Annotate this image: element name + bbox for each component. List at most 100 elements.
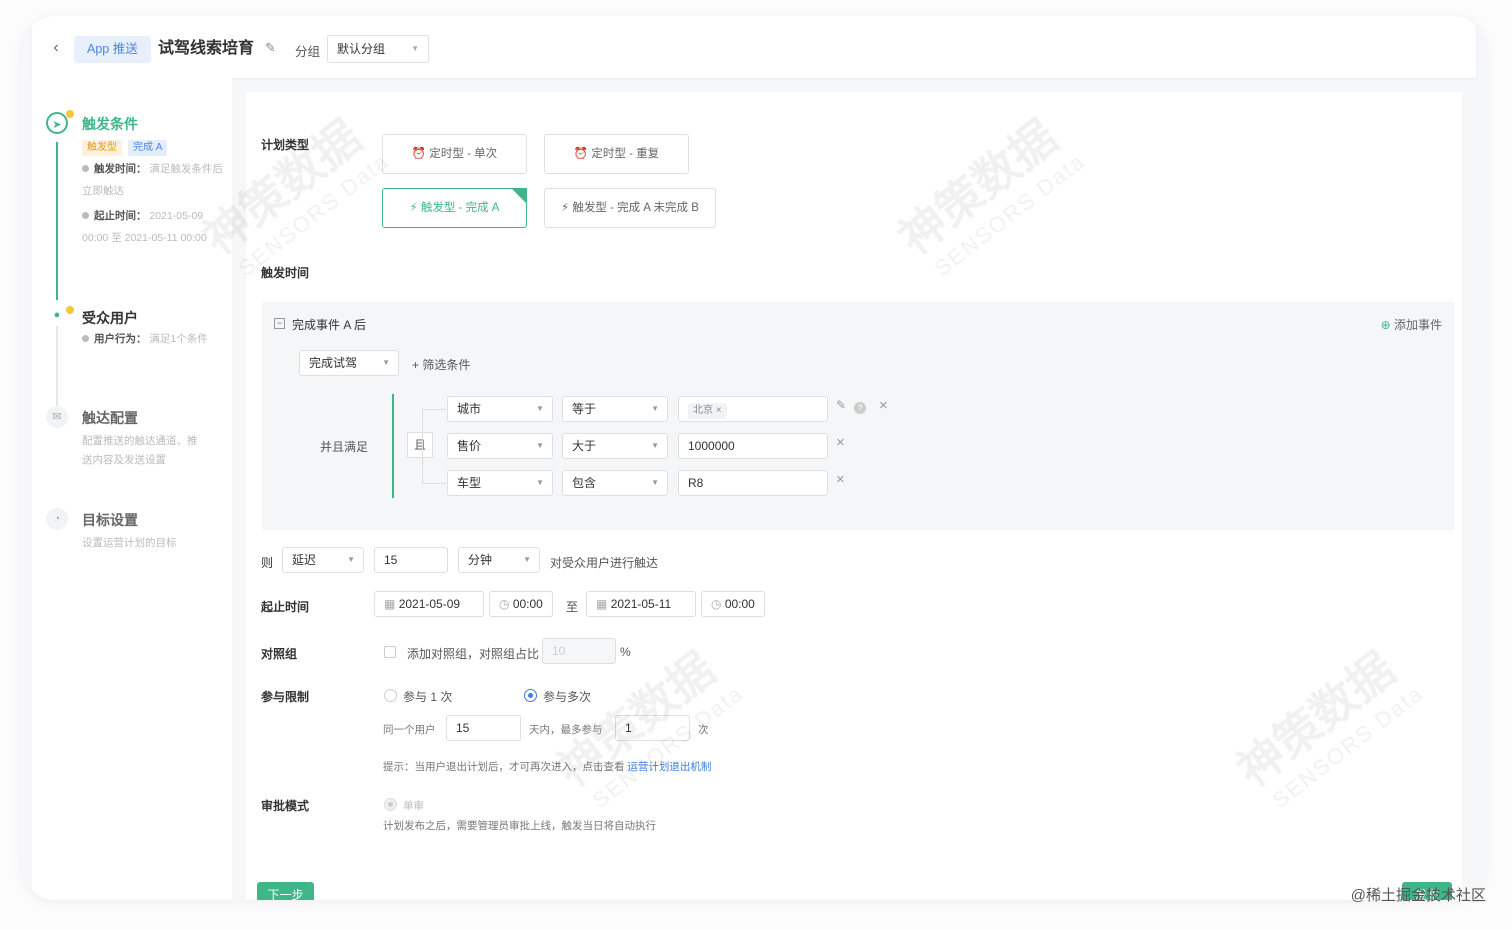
remove-filter-button[interactable]: ×: [879, 397, 888, 414]
limit-many-radio[interactable]: [524, 689, 537, 702]
end-date-picker[interactable]: ▦ 2021-05-11: [586, 591, 696, 617]
bullet-icon: [82, 212, 89, 219]
start-date-picker[interactable]: ▦ 2021-05-09: [374, 591, 484, 617]
approval-radio[interactable]: [384, 798, 397, 811]
limit-many-label: 参与多次: [543, 690, 592, 704]
step-title: 受众用户: [82, 310, 138, 326]
app-window: ‹ App 推送 试驾线索培育 ✎ 分组 默认分组 ▼ ➤ 触发条件 触发型 完成…: [22, 16, 1486, 900]
chevron-down-icon: ▼: [347, 555, 355, 564]
chevron-down-icon: ▼: [651, 478, 659, 487]
event-select[interactable]: 完成试驾 ▼: [299, 350, 399, 376]
back-icon[interactable]: ‹: [46, 38, 66, 58]
limit-label: 参与限制: [261, 690, 310, 704]
trigger-time-cont: 立即触达: [82, 185, 124, 197]
group-select[interactable]: 默认分组 ▼: [327, 35, 429, 63]
range-value: 2021-05-09: [149, 210, 204, 222]
next-step-button[interactable]: 下一步: [257, 882, 314, 900]
chevron-down-icon: ▼: [536, 478, 544, 487]
filter-operator[interactable]: 包含 ▼: [562, 470, 668, 496]
limit-once-radio[interactable]: [384, 689, 397, 702]
remove-filter-button[interactable]: ×: [836, 471, 845, 488]
chevron-down-icon: ▼: [651, 441, 659, 450]
status-dot: [66, 110, 74, 118]
option-label: 定时型 - 单次: [429, 148, 498, 160]
step-title: 目标设置: [82, 512, 138, 528]
close-icon[interactable]: ×: [716, 405, 722, 416]
plan-type-timed-once[interactable]: ⏰ 定时型 - 单次: [382, 134, 527, 174]
delay-amount-input[interactable]: 15: [374, 547, 448, 573]
trigger-time-value: 满足触发条件后: [149, 163, 223, 175]
delay-unit-select[interactable]: 分钟 ▼: [458, 547, 540, 573]
alarm-icon: ⏰: [573, 148, 589, 160]
step-badges: 触发型 完成 A: [82, 138, 173, 156]
chevron-down-icon: ▼: [536, 441, 544, 450]
operator-value: 等于: [572, 402, 597, 416]
event-value: 完成试驾: [309, 356, 358, 370]
hint-text: 提示：当用户退出计划后，才可再次进入，点击查看: [383, 761, 625, 773]
bullet-icon: [82, 335, 89, 342]
page-title: 试驾线索培育: [158, 40, 255, 57]
group-bracket: [392, 394, 394, 498]
exit-rule-link[interactable]: 运营计划退出机制: [627, 761, 711, 773]
chevron-down-icon: ▼: [382, 358, 390, 367]
filter-field[interactable]: 城市 ▼: [447, 396, 553, 422]
control-checkbox[interactable]: [384, 646, 396, 658]
audience-behavior: 用户行为： 满足1个条件: [82, 330, 208, 348]
add-filter-button[interactable]: + 筛选条件: [412, 356, 470, 373]
start-time-picker[interactable]: ◷ 00:00: [489, 591, 553, 617]
group-label: 分组: [295, 45, 321, 59]
add-event-label: 添加事件: [1393, 318, 1442, 332]
plan-type-trigger-a[interactable]: ⚡ 触发型 - 完成 A ✓: [382, 188, 527, 228]
operator-value: 包含: [572, 476, 597, 490]
range-time: 起止时间： 2021-05-09: [82, 207, 203, 225]
limit-once-label: 参与 1 次: [403, 690, 453, 704]
chevron-down-icon: ▼: [411, 44, 419, 53]
plan-type-label: 计划类型: [261, 138, 310, 152]
send-icon: ➤: [46, 112, 68, 134]
remove-filter-button[interactable]: ×: [836, 434, 845, 451]
person-icon: ◔: [46, 508, 68, 530]
mail-icon: ✉: [46, 406, 68, 428]
channel-tag: App 推送: [74, 36, 151, 63]
control-label: 对照组: [261, 647, 298, 661]
filter-value-input[interactable]: 1000000: [678, 433, 828, 459]
filter-value-tags[interactable]: 北京 ×: [678, 396, 828, 422]
trigger-time-key: 触发时间：: [94, 163, 147, 175]
collapse-icon[interactable]: −: [274, 318, 285, 329]
limit-times-input[interactable]: 1: [615, 715, 690, 741]
condition-box: − 完成事件 A 后 ⊕ 添加事件 完成试驾 ▼ + 筛选条件 并且满足 且 城市…: [262, 302, 1454, 530]
add-event-button[interactable]: ⊕ 添加事件: [1381, 316, 1442, 333]
and-label: 并且满足: [320, 440, 369, 454]
filter-operator[interactable]: 等于 ▼: [562, 396, 668, 422]
help-icon[interactable]: ?: [854, 402, 866, 414]
then-label: 则: [261, 556, 274, 570]
start-date-value: 2021-05-09: [398, 597, 461, 611]
end-date-value: 2021-05-11: [610, 597, 672, 611]
tag-label: 北京: [693, 405, 713, 416]
chevron-down-icon: ▼: [536, 404, 544, 413]
delay-mode-select[interactable]: 延迟 ▼: [282, 547, 364, 573]
clock-icon: ◷: [711, 597, 722, 611]
user-icon: ●: [46, 304, 68, 326]
reach-desc-2: 送内容及发送设置: [82, 454, 166, 466]
filter-field[interactable]: 售价 ▼: [447, 433, 553, 459]
tree-line: [422, 483, 446, 484]
limit-days-input[interactable]: 15: [446, 715, 521, 741]
step-connector: [56, 142, 58, 300]
filter-field[interactable]: 车型 ▼: [447, 470, 553, 496]
edit-icon[interactable]: ✎: [836, 398, 846, 412]
edit-icon[interactable]: ✎: [265, 40, 276, 56]
limit-times-unit: 次: [698, 724, 709, 736]
condition-title: 完成事件 A 后: [292, 318, 367, 332]
filter-operator[interactable]: 大于 ▼: [562, 433, 668, 459]
logic-toggle[interactable]: 且: [407, 432, 433, 458]
filter-value-input[interactable]: R8: [678, 470, 828, 496]
plus-circle-icon: ⊕: [1380, 318, 1391, 332]
plan-type-timed-repeat[interactable]: ⏰ 定时型 - 重复: [544, 134, 689, 174]
tree-line: [422, 409, 446, 410]
field-value: 售价: [457, 439, 482, 453]
control-ratio-input[interactable]: 10: [542, 638, 616, 664]
end-time-picker[interactable]: ◷ 00:00: [701, 591, 765, 617]
plan-type-trigger-a-not-b[interactable]: ⚡ 触发型 - 完成 A 未完成 B: [544, 188, 716, 228]
field-value: 城市: [457, 402, 482, 416]
